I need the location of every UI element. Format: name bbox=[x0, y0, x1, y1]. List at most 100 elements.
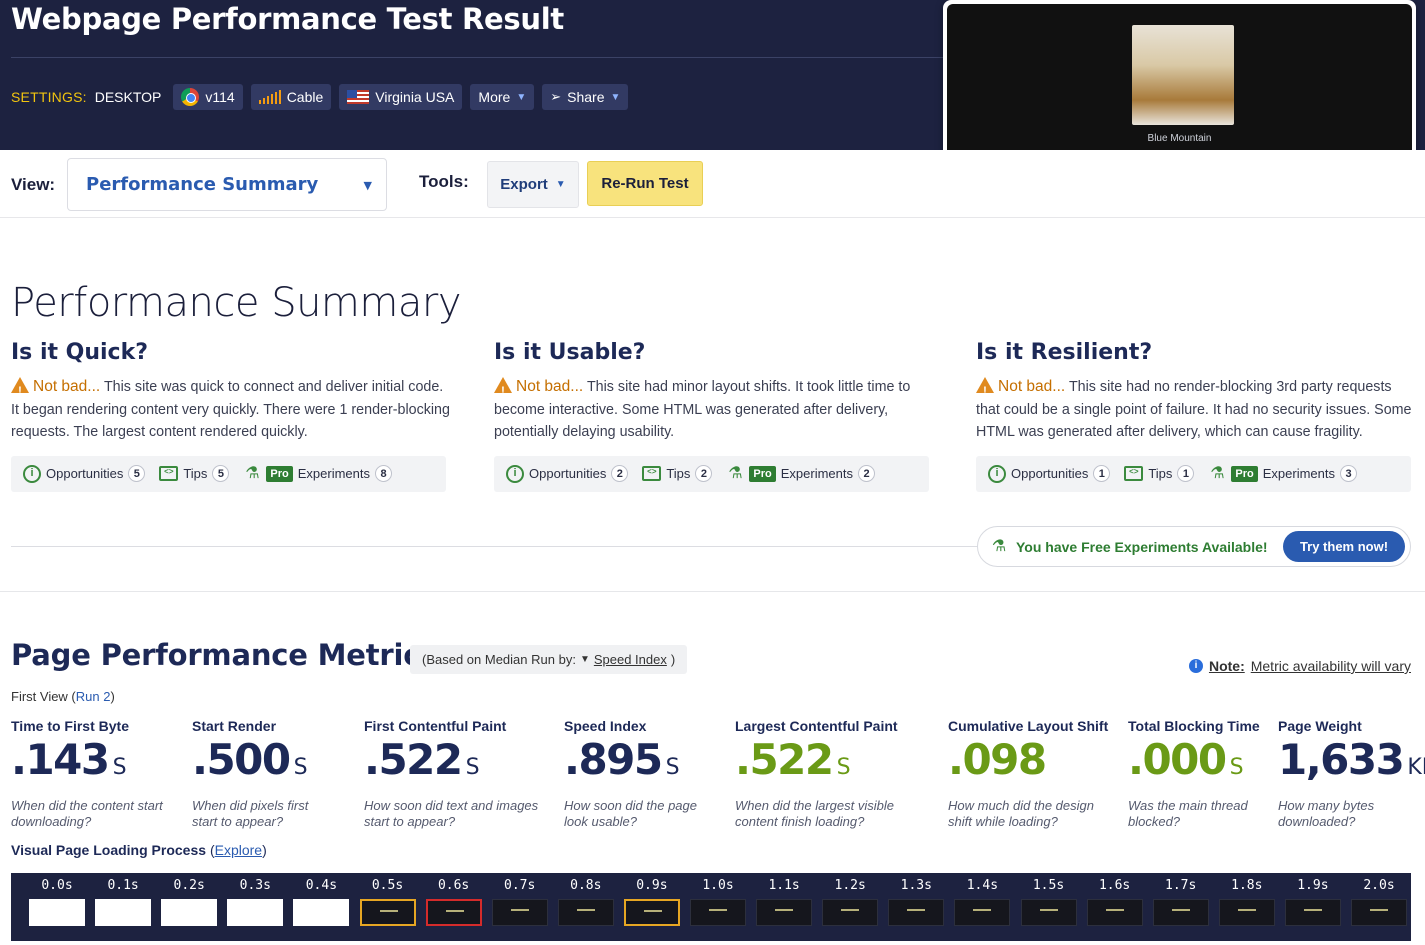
filmstrip-frame[interactable]: 0.5s bbox=[358, 873, 418, 941]
flask-icon: ⚗ bbox=[728, 464, 743, 482]
filmstrip-frame[interactable]: 1.6s bbox=[1085, 873, 1145, 941]
filmstrip-frame[interactable]: 1.5s bbox=[1019, 873, 1079, 941]
metric-value-row: .000 S bbox=[1128, 736, 1260, 792]
filmstrip-frame[interactable]: 1.0s bbox=[688, 873, 748, 941]
frame-time-label: 0.5s bbox=[371, 878, 404, 893]
tips-link[interactable]: Tips 1 bbox=[1124, 465, 1195, 482]
metric-description: When did the content start downloading? bbox=[11, 798, 163, 829]
frame-thumbnail bbox=[293, 899, 350, 926]
usable-heading: Is it Usable? bbox=[494, 340, 646, 365]
filmstrip-frame[interactable]: 0.2s bbox=[159, 873, 219, 941]
metric-value-row: .500 S bbox=[192, 736, 322, 792]
tips-link[interactable]: Tips 2 bbox=[642, 465, 713, 482]
code-icon bbox=[159, 466, 179, 481]
more-label: More bbox=[478, 89, 511, 105]
frame-time-label: 1.8s bbox=[1231, 878, 1263, 893]
metric-fcp[interactable]: First Contentful Paint .522 S How soon di… bbox=[364, 718, 549, 830]
metric-unit: KB bbox=[1407, 755, 1425, 780]
view-label: View: bbox=[11, 175, 56, 194]
median-metric-select[interactable]: Speed Index bbox=[594, 652, 667, 667]
frame-thumbnail bbox=[95, 899, 152, 926]
frame-thumbnail bbox=[227, 899, 284, 926]
opportunities-label: Opportunities bbox=[46, 466, 124, 481]
frame-thumbnail bbox=[491, 899, 548, 926]
filmstrip-frame[interactable]: 1.3s bbox=[886, 873, 946, 941]
metric-page-weight[interactable]: Page Weight 1,633KB How many bytes downl… bbox=[1278, 718, 1425, 830]
filmstrip-frame[interactable]: 0.3s bbox=[225, 873, 285, 941]
metric-tbt[interactable]: Total Blocking Time .000 S Was the main t… bbox=[1128, 718, 1260, 830]
chevron-down-icon: ▼ bbox=[516, 91, 527, 103]
filmstrip-frame[interactable]: 0.6s bbox=[424, 873, 484, 941]
metric-start-render[interactable]: Start Render .500 S When did pixels first… bbox=[192, 718, 322, 830]
filmstrip-frame[interactable]: 1.8s bbox=[1217, 873, 1277, 941]
filmstrip-frame[interactable]: 0.4s bbox=[291, 873, 351, 941]
metric-label: Largest Contentful Paint bbox=[735, 718, 898, 734]
filmstrip-frame[interactable]: 0.9s bbox=[622, 873, 682, 941]
explore-link[interactable]: Explore bbox=[215, 842, 262, 858]
filmstrip-frame[interactable]: 2.0s bbox=[1349, 873, 1409, 941]
opportunities-link[interactable]: Opportunities 5 bbox=[23, 464, 146, 483]
warning-icon bbox=[11, 377, 29, 403]
view-select[interactable]: Performance Summary ▼ bbox=[67, 158, 387, 211]
filmstrip-frame[interactable]: 1.1s bbox=[754, 873, 814, 941]
rerun-test-button[interactable]: Re-Run Test bbox=[587, 161, 703, 206]
resilient-text-block: Not bad... This site had no render-block… bbox=[976, 375, 1416, 444]
metric-value: .000 bbox=[1128, 735, 1227, 784]
metric-label: Time to First Byte bbox=[11, 718, 129, 734]
metric-description: How soon did the page look usable? bbox=[564, 798, 697, 829]
tips-link[interactable]: Tips 5 bbox=[159, 465, 230, 482]
filmstrip-frame[interactable]: 0.0s bbox=[27, 873, 87, 941]
more-dropdown[interactable]: More ▼ bbox=[470, 84, 535, 110]
metric-value: .500 bbox=[192, 735, 291, 784]
count-badge: 1 bbox=[1093, 465, 1111, 482]
experiments-link[interactable]: ⚗ Pro Experiments 3 bbox=[1208, 465, 1357, 483]
experiments-link[interactable]: ⚗ Pro Experiments 8 bbox=[243, 465, 392, 483]
warning-icon bbox=[976, 377, 994, 403]
export-label: Export bbox=[500, 176, 548, 193]
metric-description: How many bytes downloaded? bbox=[1278, 798, 1375, 829]
filmstrip-frame[interactable]: 1.7s bbox=[1151, 873, 1211, 941]
metric-unit: S bbox=[293, 755, 308, 780]
frame-time-label: 0.3s bbox=[239, 878, 271, 893]
metric-value-row: .895 S bbox=[564, 736, 704, 792]
metric-note[interactable]: i Note: Metric availability will vary bbox=[1188, 658, 1411, 674]
frame-thumbnail bbox=[359, 899, 416, 926]
filmstrip-frame[interactable]: 0.1s bbox=[93, 873, 153, 941]
browser-version: v114 bbox=[205, 89, 235, 105]
experiments-label: Experiments bbox=[297, 466, 370, 481]
metric-lcp[interactable]: Largest Contentful Paint .522 S When did … bbox=[735, 718, 905, 830]
metric-cls[interactable]: Cumulative Layout Shift .098 How much di… bbox=[948, 718, 1108, 830]
filmstrip-frame[interactable]: 1.2s bbox=[820, 873, 880, 941]
frame-time-label: 1.1s bbox=[768, 878, 800, 893]
info-icon: i bbox=[1188, 659, 1203, 673]
browser-pill[interactable]: v114 bbox=[173, 84, 243, 110]
info-circle-icon bbox=[23, 464, 41, 483]
opportunities-link[interactable]: Opportunities 1 bbox=[988, 464, 1111, 483]
resilient-verdict: Not bad... bbox=[998, 378, 1066, 395]
frame-time-label: 0.7s bbox=[504, 878, 536, 893]
share-dropdown[interactable]: ➢ Share ▼ bbox=[542, 84, 629, 110]
metric-ttfb[interactable]: Time to First Byte .143 S When did the co… bbox=[11, 718, 176, 830]
quick-column: Is it Quick? Not bad... This site was qu… bbox=[11, 340, 451, 492]
first-view-text: First View ( bbox=[11, 689, 76, 704]
metric-value-row: .522 S bbox=[364, 736, 549, 792]
filmstrip-frame[interactable]: 1.4s bbox=[952, 873, 1012, 941]
usable-tags: Opportunities 2 Tips 2 ⚗ Pro Experiments 2 bbox=[494, 455, 929, 492]
info-circle-icon bbox=[988, 464, 1006, 483]
filmstrip-frame[interactable]: 0.8s bbox=[556, 873, 616, 941]
location-pill[interactable]: Virginia USA bbox=[339, 84, 463, 110]
tips-label: Tips bbox=[1148, 466, 1173, 481]
opportunities-link[interactable]: Opportunities 2 bbox=[506, 464, 629, 483]
try-them-now-button[interactable]: Try them now! bbox=[1283, 531, 1405, 562]
export-button[interactable]: Export ▼ bbox=[487, 161, 579, 208]
metric-value: .522 bbox=[735, 735, 834, 784]
connection-pill[interactable]: Cable bbox=[250, 84, 332, 110]
filmstrip-frame[interactable]: 0.7s bbox=[490, 873, 550, 941]
run-link[interactable]: Run 2 bbox=[76, 689, 111, 704]
chevron-down-icon: ▼ bbox=[363, 179, 372, 192]
filmstrip-frame[interactable]: 1.9s bbox=[1283, 873, 1343, 941]
pro-badge: Pro bbox=[749, 465, 776, 482]
metric-speed-index[interactable]: Speed Index .895 S How soon did the page … bbox=[564, 718, 704, 830]
experiments-link[interactable]: ⚗ Pro Experiments 2 bbox=[726, 465, 875, 483]
resilient-column: Is it Resilient? Not bad... This site ha… bbox=[976, 340, 1416, 492]
